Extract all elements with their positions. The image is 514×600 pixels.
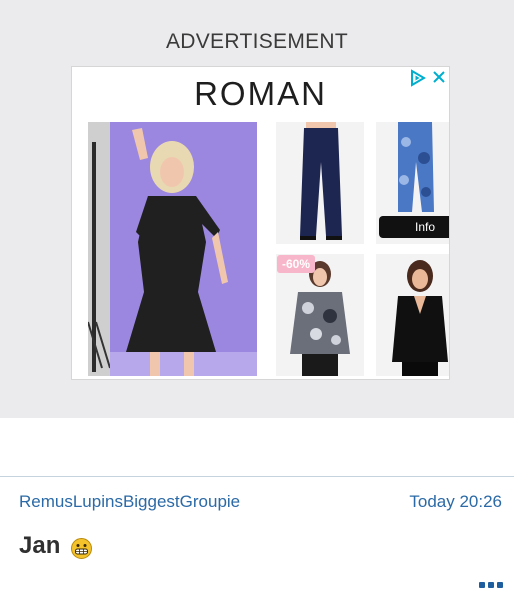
grimacing-emoji-icon bbox=[71, 538, 92, 559]
adchoices-icon[interactable] bbox=[409, 69, 427, 87]
ad-brand-logo[interactable]: ROMAN bbox=[72, 75, 449, 113]
ad-banner[interactable]: ROMAN Info -60% bbox=[71, 66, 450, 380]
ad-product-image-dress[interactable] bbox=[88, 122, 257, 376]
ad-product-image-trousers[interactable] bbox=[276, 122, 364, 244]
more-options-icon[interactable] bbox=[478, 579, 504, 591]
post-divider bbox=[0, 476, 514, 477]
ad-info-button[interactable]: Info bbox=[379, 216, 449, 238]
post-timestamp[interactable]: Today 20:26 bbox=[409, 492, 502, 512]
ad-product-image-printed-top[interactable]: -60% bbox=[276, 254, 364, 376]
advertisement-label: ADVERTISEMENT bbox=[165, 30, 349, 53]
ad-product-image-leggings[interactable]: Info bbox=[376, 122, 449, 244]
close-icon[interactable] bbox=[431, 69, 447, 85]
post-body-text: Jan bbox=[19, 532, 61, 559]
discount-badge: -60% bbox=[277, 255, 316, 273]
ad-product-image-blouse[interactable] bbox=[376, 254, 449, 376]
advertisement-section: ADVERTISEMENT ROMAN Info -60% bbox=[0, 0, 514, 418]
post-username-link[interactable]: RemusLupinsBiggestGroupie bbox=[19, 492, 240, 512]
